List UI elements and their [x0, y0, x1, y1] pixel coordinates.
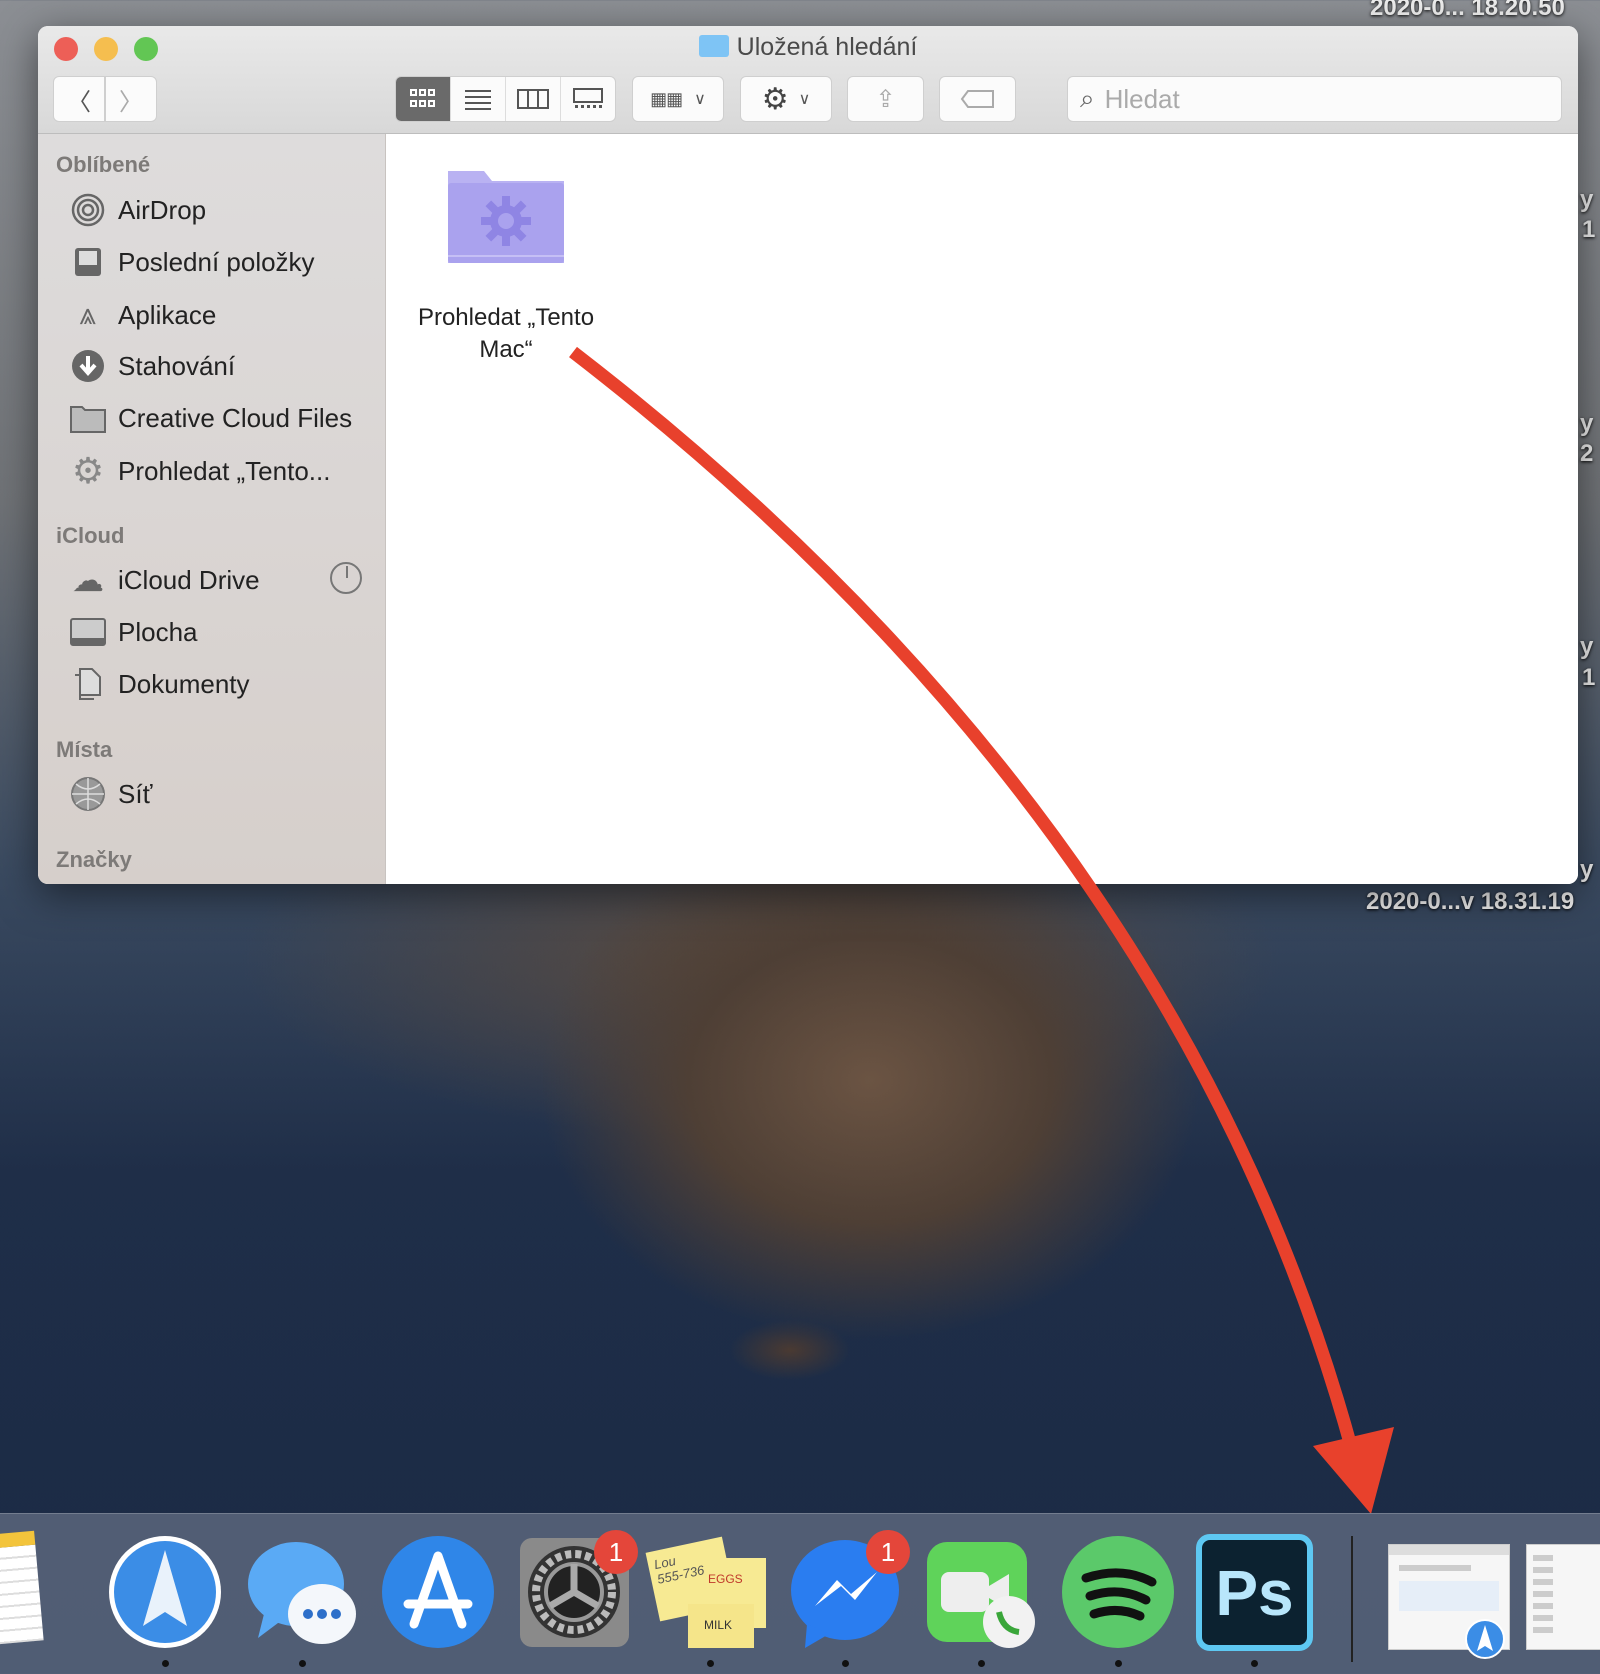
running-indicator [707, 1660, 714, 1667]
running-indicator [299, 1660, 306, 1667]
dock-app-spotify[interactable] [1060, 1534, 1177, 1651]
sticky-note: MILK [688, 1604, 754, 1648]
spark-icon [109, 1536, 221, 1648]
dock-window-thumbnail[interactable] [1388, 1544, 1510, 1659]
notification-badge: 1 [594, 1530, 638, 1574]
sticky-text: EGGS [708, 1572, 743, 1586]
dock-separator [1351, 1536, 1353, 1662]
running-indicator [842, 1660, 849, 1667]
dock: 1 Lou 555-7361 EGGS MILK 1 Ps [0, 1513, 1600, 1674]
sticky-text: MILK [704, 1618, 733, 1632]
running-indicator [978, 1660, 985, 1667]
app-store-icon [382, 1536, 494, 1648]
spark-icon [1465, 1619, 1505, 1659]
dock-window-thumbnail[interactable] [1526, 1544, 1600, 1650]
spotify-icon [1062, 1536, 1174, 1648]
notes-icon [0, 1530, 44, 1648]
notification-badge: 1 [866, 1530, 910, 1574]
running-indicator [1251, 1660, 1258, 1667]
messages-icon [248, 1542, 356, 1644]
running-indicator [162, 1660, 169, 1667]
arrow-shaft [569, 346, 1359, 1452]
running-indicator [1115, 1660, 1122, 1667]
dock-app-spark[interactable] [107, 1534, 224, 1651]
dock-app-messages[interactable] [244, 1534, 361, 1651]
dock-app-photoshop[interactable]: Ps [1196, 1534, 1313, 1651]
dock-app-facetime[interactable] [923, 1534, 1040, 1651]
annotation-arrow [569, 346, 1394, 1514]
photoshop-icon-text: Ps [1215, 1556, 1294, 1629]
facetime-icon [927, 1542, 1035, 1648]
dock-app-app-store[interactable] [380, 1534, 497, 1651]
photoshop-icon: Ps [1196, 1534, 1313, 1651]
dock-app-notes[interactable] [0, 1530, 96, 1651]
arrow-head [1313, 1427, 1394, 1514]
dock-app-stickies[interactable]: Lou 555-7361 EGGS MILK [645, 1534, 769, 1651]
